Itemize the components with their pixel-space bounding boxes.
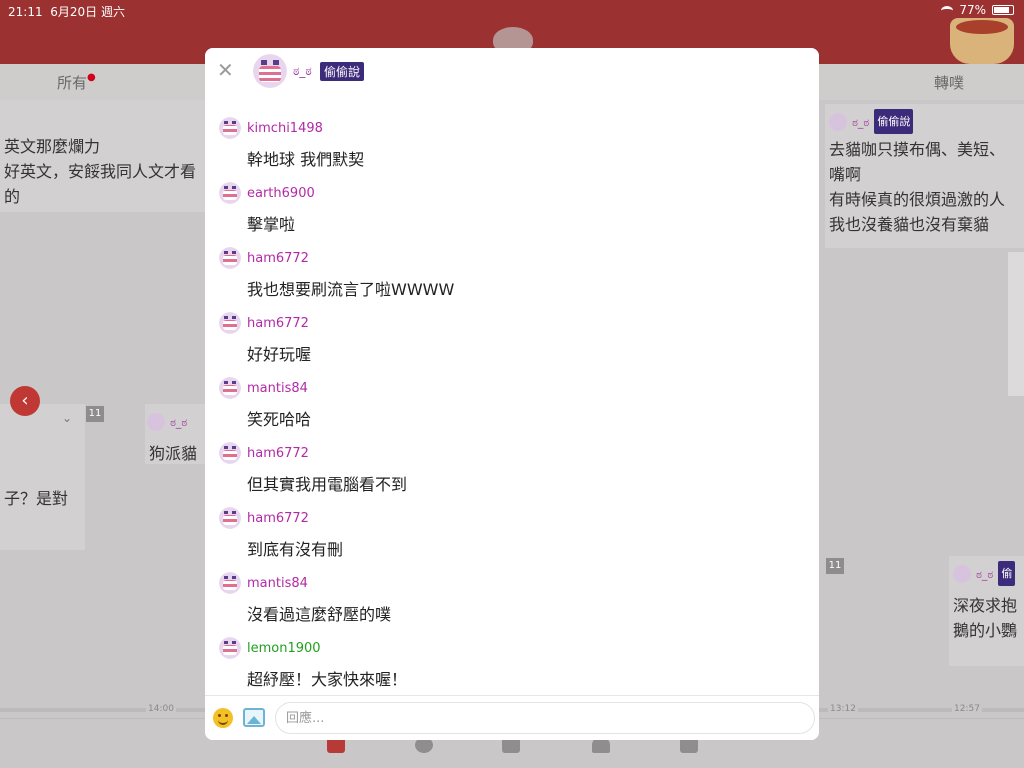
card-text: 嘴啊 — [829, 165, 862, 184]
poster-name[interactable]: ಠ_ಠ — [293, 64, 312, 79]
timeline-time-label: 12:57 — [952, 704, 982, 714]
modal-header: ✕ ಠ_ಠ 偷偷說 — [205, 48, 819, 92]
response-username[interactable]: kimchi1498 — [247, 121, 323, 136]
avatar[interactable] — [219, 442, 241, 464]
response-username[interactable]: ham6772 — [247, 511, 309, 526]
card-text: 狗派貓 — [149, 444, 198, 463]
card-header: ಠ_ಠ — [145, 404, 205, 435]
response-text: 好好玩喔 — [247, 345, 312, 364]
anonymous-tag: 偷偷說 — [320, 62, 365, 81]
battery-percent: 77% — [959, 3, 986, 17]
avatar[interactable] — [219, 572, 241, 594]
response-username[interactable]: mantis84 — [247, 381, 308, 396]
card-text: 鵝的小鸚 — [953, 621, 1018, 640]
chevron-down-icon[interactable]: ⌄ — [62, 406, 72, 431]
card-text: 子？是對 — [4, 489, 69, 508]
avatar — [147, 412, 165, 431]
response-text: 幹地球 我們默契 — [247, 150, 365, 169]
response-count-badge: 11 — [86, 406, 104, 422]
response-text: 超紓壓！大家快來喔！ — [247, 670, 408, 689]
close-icon[interactable]: ✕ — [217, 60, 234, 80]
avatar[interactable] — [219, 637, 241, 659]
avatar — [829, 112, 847, 131]
avatar[interactable] — [253, 54, 287, 88]
profile-cup-icon[interactable] — [950, 18, 1014, 64]
timeline-card[interactable]: ⌄ 子？是對 — [0, 404, 85, 550]
avatar[interactable] — [219, 182, 241, 204]
emoticon-icon[interactable] — [213, 708, 233, 728]
response-username[interactable]: earth6900 — [247, 186, 315, 201]
timeline-card[interactable]: 英文那麼爛力 好英文，安餒我同人文才看的 — [0, 100, 205, 212]
card-text: 我也沒養貓也沒有棄貓 — [829, 215, 990, 234]
card-header: ಠ_ಠ 偷 — [949, 556, 1024, 587]
response-username[interactable]: ham6772 — [247, 316, 309, 331]
avatar — [953, 564, 971, 583]
card-text: 深夜求抱 — [953, 596, 1018, 615]
avatar[interactable] — [219, 507, 241, 529]
image-upload-icon[interactable] — [243, 708, 265, 727]
card-text: 去貓咖只摸布偶、美短、 — [829, 140, 1006, 159]
avatar[interactable] — [219, 247, 241, 269]
reply-bar — [205, 695, 819, 740]
response-text: 我也想要刷流言了啦WWWW — [247, 280, 455, 299]
avatar[interactable] — [219, 312, 241, 334]
status-bar: 21:11 6月20日 週六 77% — [0, 0, 1024, 20]
timeline-card[interactable]: ಠ_ಠ 偷偷說 去貓咖只摸布偶、美短、 嘴啊 有時候真的很煩過激的人 我也沒養貓… — [825, 104, 1024, 248]
anonymous-tag: 偷偷說 — [874, 109, 914, 134]
status-time: 21:11 6月20日 週六 — [8, 5, 125, 19]
response-text: 擊掌啦 — [247, 215, 296, 234]
response-username[interactable]: ham6772 — [247, 251, 309, 266]
response-text: 到底有沒有刪 — [247, 540, 344, 559]
response-username[interactable]: mantis84 — [247, 576, 308, 591]
card-header: ಠ_ಠ 偷偷說 — [825, 104, 1024, 135]
timeline-card[interactable]: ಠ_ಠ 狗派貓 — [145, 404, 205, 464]
card-text: 好英文，安餒我同人文才看的 — [4, 162, 197, 206]
battery-icon — [992, 5, 1014, 15]
timeline-time-label: 13:12 — [828, 704, 858, 714]
wifi-icon — [941, 5, 954, 15]
back-arrow-button[interactable]: ‹ — [10, 386, 40, 416]
card-text: 英文那麼爛力 — [4, 137, 101, 156]
plurk-detail-modal: ✕ ಠ_ಠ 偷偷說 kimchi1498 幹地球 我們默契 earth6900 擊掌啦… — [205, 48, 819, 740]
tab-all[interactable]: 所有● — [57, 72, 96, 93]
response-text: 笑死哈哈 — [247, 410, 312, 429]
timeline-card[interactable]: ಠ_ಠ 偷 深夜求抱 鵝的小鸚 — [949, 556, 1024, 666]
tab-replurk[interactable]: 轉噗 — [934, 72, 964, 93]
status-right: 77% — [941, 3, 1014, 17]
anonymous-tag: 偷 — [998, 561, 1016, 586]
response-count-badge: 11 — [826, 558, 844, 574]
reply-input[interactable] — [275, 702, 815, 734]
response-username[interactable]: ham6772 — [247, 446, 309, 461]
response-text: 沒看過這麼舒壓的噗 — [247, 605, 392, 624]
card-text: 有時候真的很煩過激的人 — [829, 190, 1006, 209]
timeline-card-partial[interactable] — [1008, 252, 1024, 396]
response-username[interactable]: lemon1900 — [247, 641, 321, 656]
avatar[interactable] — [219, 117, 241, 139]
timeline-time-label: 14:00 — [146, 704, 176, 714]
avatar[interactable] — [219, 377, 241, 399]
unread-dot: ● — [87, 72, 96, 83]
response-text: 但其實我用電腦看不到 — [247, 475, 408, 494]
